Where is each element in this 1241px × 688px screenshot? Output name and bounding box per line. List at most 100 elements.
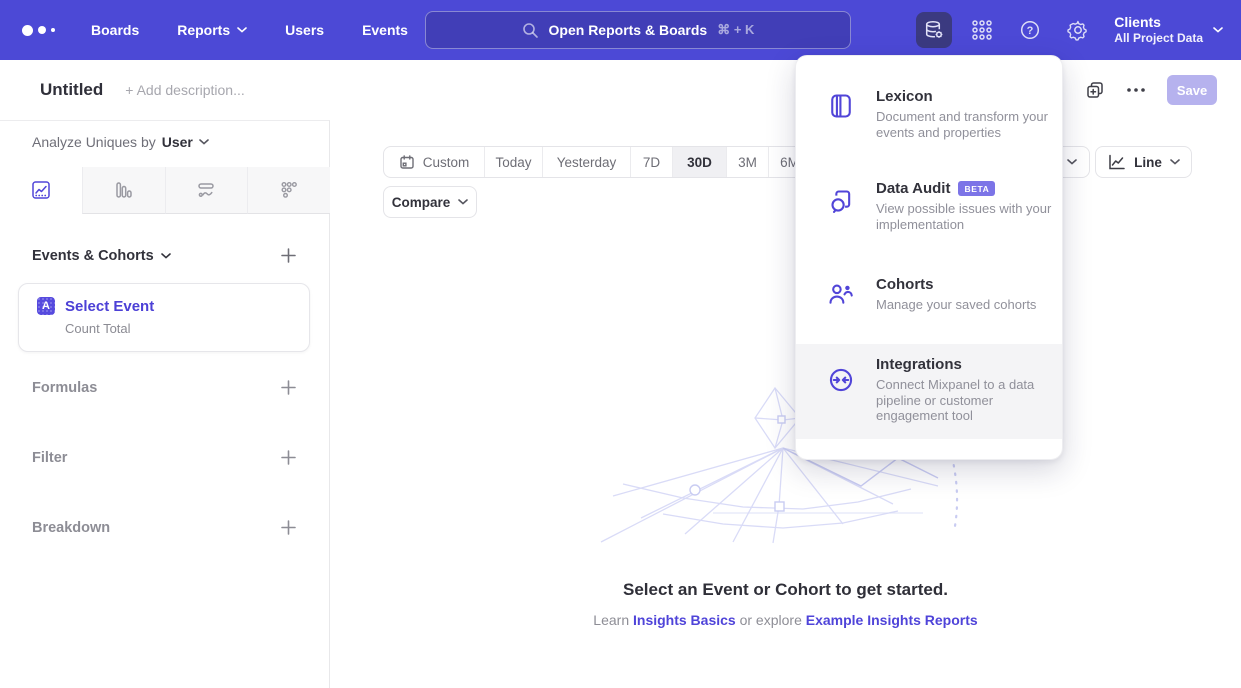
logo-dot xyxy=(51,28,55,32)
stacked-chart-icon xyxy=(196,180,216,200)
menu-item-cohorts[interactable]: Cohorts Manage your saved cohorts xyxy=(796,266,1062,323)
event-letter-badge: A xyxy=(37,297,55,315)
empty-state-subtitle: Learn Insights Basics or explore Example… xyxy=(330,612,1241,628)
apps-grid-button[interactable] xyxy=(964,12,1000,48)
analyze-row: Analyze Uniques by User xyxy=(32,134,209,150)
nav-users[interactable]: Users xyxy=(285,22,324,38)
filter-label: Filter xyxy=(32,450,67,466)
search-shortcut: ⌘ + K xyxy=(717,22,754,38)
query-sidebar: Analyze Uniques by User xyxy=(0,120,330,688)
compare-label: Compare xyxy=(392,195,451,210)
add-event-button[interactable] xyxy=(280,247,297,264)
events-cohorts-label: Events & Cohorts xyxy=(32,248,154,264)
lexicon-title: Lexicon xyxy=(876,88,933,105)
analyze-by-dropdown[interactable]: User xyxy=(162,134,209,150)
project-switcher[interactable]: Clients All Project Data xyxy=(1114,14,1223,46)
range-30d-selected[interactable]: 30D xyxy=(672,147,726,177)
cohorts-people-icon xyxy=(827,280,855,308)
ellipsis-icon xyxy=(1127,88,1145,92)
range-3m[interactable]: 3M xyxy=(726,147,768,177)
calendar-icon xyxy=(399,154,415,170)
empty-state-title: Select an Event or Cohort to get started… xyxy=(330,580,1241,600)
chevron-down-icon xyxy=(199,139,209,145)
cohorts-description: Manage your saved cohorts xyxy=(876,297,1058,313)
more-options-button[interactable] xyxy=(1127,88,1145,92)
add-description-field[interactable]: + Add description... xyxy=(125,82,244,98)
range-today[interactable]: Today xyxy=(484,147,542,177)
event-card[interactable]: A Select Event Count Total xyxy=(18,283,310,352)
nav-boards[interactable]: Boards xyxy=(91,22,139,38)
mixpanel-logo[interactable] xyxy=(22,25,55,36)
nav-events[interactable]: Events xyxy=(362,22,408,38)
breakdown-section: Breakdown xyxy=(32,519,297,536)
search-icon xyxy=(522,22,539,39)
menu-item-lexicon[interactable]: Lexicon Document and transform your even… xyxy=(796,78,1062,150)
chart-style-label: Line xyxy=(1134,155,1162,170)
menu-item-data-audit[interactable]: Data Audit BETA View possible issues wit… xyxy=(796,170,1062,242)
count-total-label[interactable]: Count Total xyxy=(65,321,309,336)
chevron-down-icon xyxy=(237,27,247,33)
logo-dot xyxy=(22,25,33,36)
gear-icon xyxy=(1066,18,1090,42)
example-reports-link[interactable]: Example Insights Reports xyxy=(806,612,978,628)
help-icon: ? xyxy=(1018,18,1042,42)
settings-button[interactable] xyxy=(1060,12,1096,48)
date-range-control: Custom Today Yesterday 7D 30D 3M 6M xyxy=(383,146,811,178)
svg-text:?: ? xyxy=(1027,25,1034,37)
database-gear-icon xyxy=(922,18,946,42)
cohorts-title: Cohorts xyxy=(876,276,934,293)
duplicate-button[interactable] xyxy=(1085,80,1105,100)
data-management-menu: Lexicon Document and transform your even… xyxy=(795,55,1063,460)
chart-type-tabs xyxy=(0,167,330,214)
events-cohorts-dropdown[interactable]: Events & Cohorts xyxy=(32,248,171,264)
tab-metric-chart[interactable] xyxy=(247,167,330,214)
range-today-label: Today xyxy=(495,155,531,170)
plus-icon xyxy=(280,379,297,396)
add-formula-button[interactable] xyxy=(280,379,297,396)
tab-bar-chart[interactable] xyxy=(82,167,165,214)
add-filter-button[interactable] xyxy=(280,449,297,466)
integrations-description: Connect Mixpanel to a data pipeline or c… xyxy=(876,377,1058,424)
filter-section: Filter xyxy=(32,449,297,466)
range-yesterday[interactable]: Yesterday xyxy=(542,147,630,177)
learn-prefix: Learn xyxy=(593,612,629,628)
search-bar[interactable]: Open Reports & Boards ⌘ + K xyxy=(425,11,851,49)
lexicon-description: Document and transform your events and p… xyxy=(876,109,1058,140)
menu-item-integrations[interactable]: Integrations Connect Mixpanel to a data … xyxy=(796,344,1062,439)
org-name: Clients xyxy=(1114,14,1203,31)
range-custom[interactable]: Custom xyxy=(384,147,484,177)
compare-dropdown[interactable]: Compare xyxy=(383,186,477,218)
add-breakdown-button[interactable] xyxy=(280,519,297,536)
range-30d-label: 30D xyxy=(687,155,712,170)
navbar-right: ? Clients All Project Data xyxy=(916,0,1223,60)
data-audit-icon xyxy=(827,188,855,216)
select-event-label[interactable]: Select Event xyxy=(65,298,154,315)
range-7d[interactable]: 7D xyxy=(630,147,672,177)
line-chart-icon xyxy=(1107,153,1126,171)
data-management-button[interactable] xyxy=(916,12,952,48)
report-title[interactable]: Untitled xyxy=(40,80,103,100)
data-audit-description: View possible issues with your implement… xyxy=(876,201,1058,232)
lexicon-book-icon xyxy=(827,92,855,120)
plus-icon xyxy=(280,449,297,466)
nav-reports[interactable]: Reports xyxy=(177,22,247,38)
tab-line-chart[interactable] xyxy=(0,167,82,214)
grid-dots-icon xyxy=(969,17,995,43)
range-7d-label: 7D xyxy=(643,155,660,170)
line-chart-icon xyxy=(31,180,51,200)
integrations-title: Integrations xyxy=(876,356,962,373)
or-explore-text: or explore xyxy=(740,612,802,628)
nav-events-label: Events xyxy=(362,22,408,38)
search-placeholder: Open Reports & Boards xyxy=(549,22,708,38)
tab-stacked-chart[interactable] xyxy=(165,167,248,214)
integrations-sync-icon xyxy=(827,366,855,394)
chart-style-dropdown[interactable]: Line xyxy=(1095,146,1192,178)
nav-users-label: Users xyxy=(285,22,324,38)
plus-icon xyxy=(280,247,297,264)
save-button[interactable]: Save xyxy=(1167,75,1217,105)
data-audit-title: Data Audit xyxy=(876,180,950,197)
help-button[interactable]: ? xyxy=(1012,12,1048,48)
range-custom-label: Custom xyxy=(423,155,470,170)
beta-badge: BETA xyxy=(958,181,995,196)
insights-basics-link[interactable]: Insights Basics xyxy=(633,612,736,628)
